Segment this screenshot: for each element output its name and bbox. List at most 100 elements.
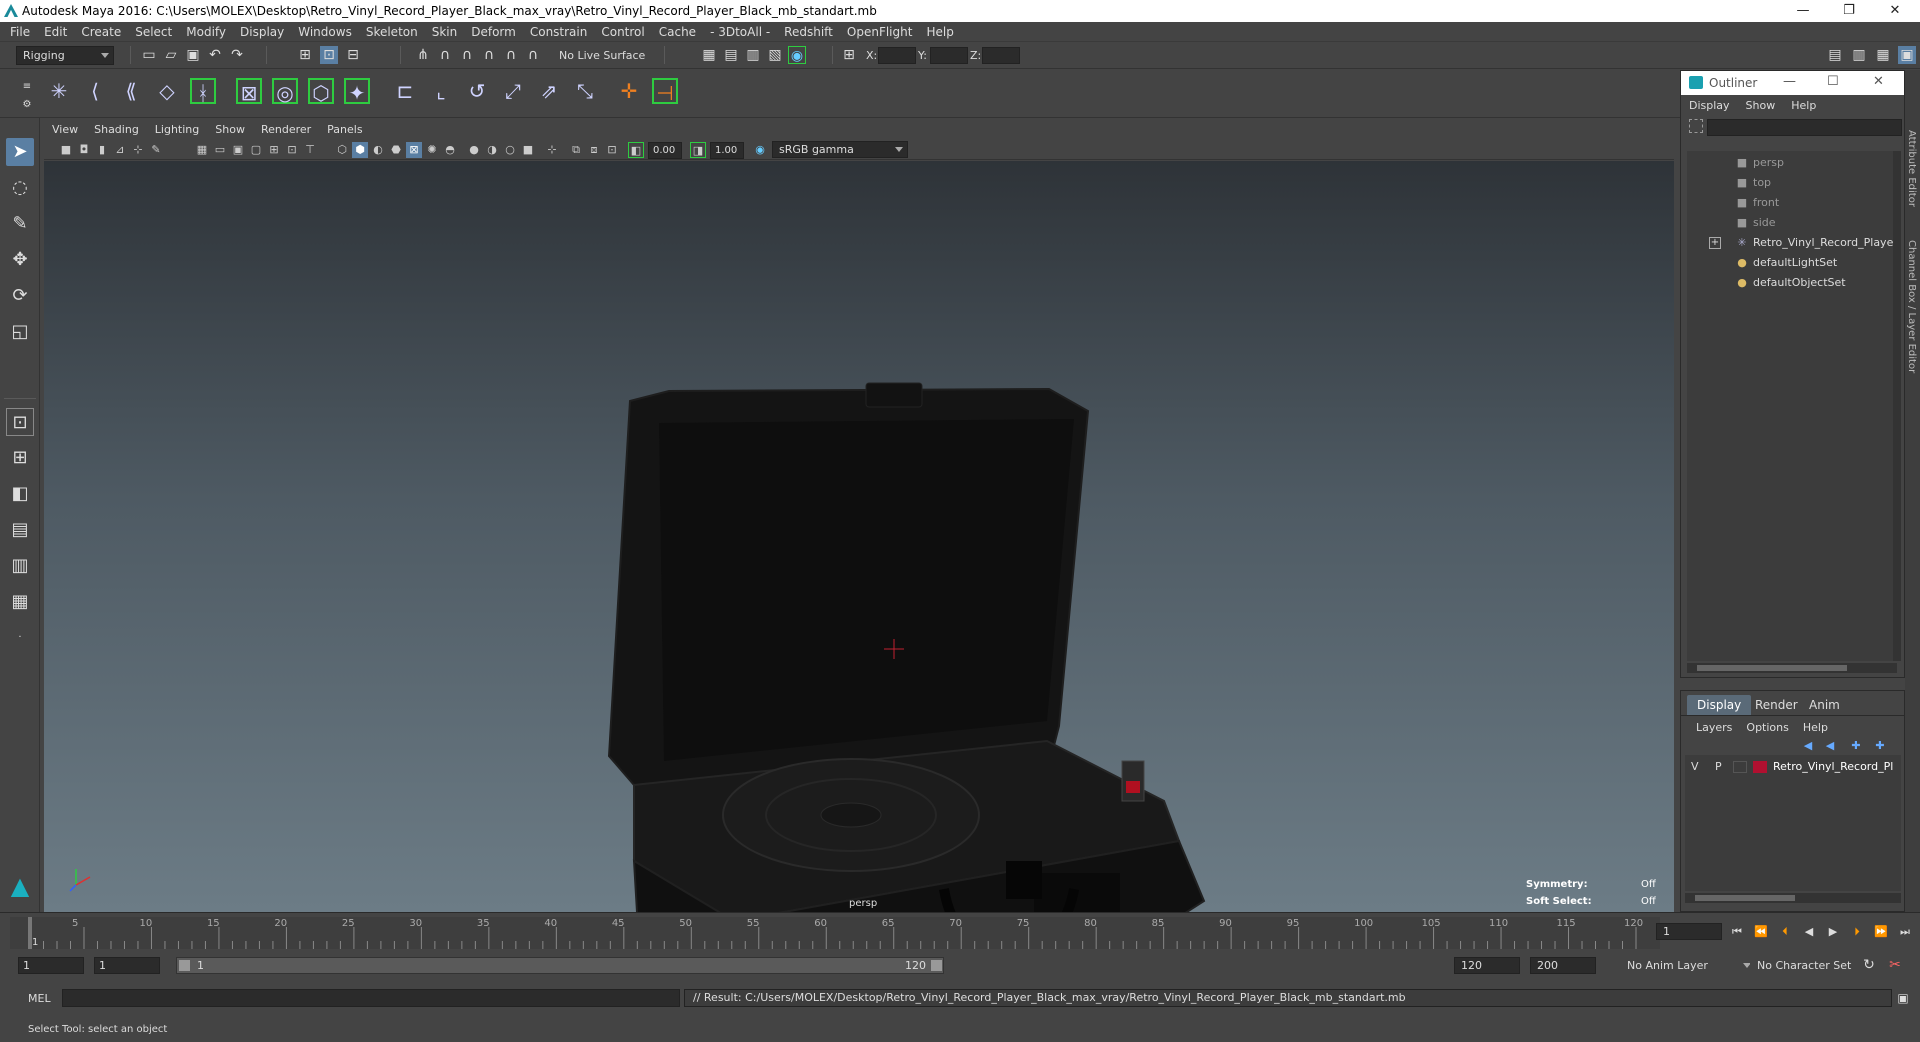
outliner-minimize-button[interactable]: — <box>1783 74 1796 89</box>
select-component-icon[interactable]: ⊟ <box>344 46 362 64</box>
orient-constraint-icon[interactable]: ↺ <box>464 78 490 104</box>
attribute-editor-toggle-icon[interactable]: ▥ <box>1850 46 1868 64</box>
ipr-render-icon[interactable]: ▧ <box>766 46 784 64</box>
step-back-frame-icon[interactable]: ⏴ <box>1776 923 1794 941</box>
exposure-icon[interactable]: ◧ <box>628 142 644 158</box>
gate-mask-icon[interactable]: ▢ <box>248 142 264 158</box>
maximize-button[interactable]: ❐ <box>1826 0 1872 22</box>
safe-action-icon[interactable]: ⊡ <box>284 142 300 158</box>
color-space-dropdown[interactable]: sRGB gamma <box>772 141 908 158</box>
play-forward-icon[interactable]: ▶ <box>1824 923 1842 941</box>
wireframe-on-shaded-icon[interactable]: ⬣ <box>388 142 404 158</box>
y-field[interactable] <box>930 47 968 64</box>
outliner-item-defaultlightset[interactable]: ● defaultLightSet <box>1687 253 1897 273</box>
layer-visibility-toggle[interactable]: V <box>1691 757 1699 777</box>
go-to-start-icon[interactable]: ⏮ <box>1728 923 1746 941</box>
joint-tool-icon[interactable]: ✳ <box>46 78 72 104</box>
view-pivot-icon[interactable]: ⊹ <box>130 142 146 158</box>
bookmark-icon[interactable]: ▮ <box>94 142 110 158</box>
filter-icon[interactable] <box>1689 119 1703 133</box>
film-gate-icon[interactable]: ▭ <box>212 142 228 158</box>
outliner-menu-show[interactable]: Show <box>1738 97 1784 115</box>
outliner-horizontal-scrollbar[interactable] <box>1687 663 1897 673</box>
layer-row[interactable]: V P Retro_Vinyl_Record_Pl <box>1685 757 1901 777</box>
ik-handle-icon[interactable]: ⟨ <box>82 78 108 104</box>
playback-end-field[interactable]: 120 <box>1454 957 1520 974</box>
menu-openflight[interactable]: OpenFlight <box>840 22 920 42</box>
viewport-menu-renderer[interactable]: Renderer <box>253 120 319 140</box>
lasso-tool-icon[interactable]: ◌ <box>6 174 34 202</box>
hypershade-icon[interactable]: ◉ <box>788 46 806 64</box>
layer-color-swatch[interactable] <box>1753 761 1767 773</box>
undo-icon[interactable]: ↶ <box>206 46 224 64</box>
step-forward-frame-icon[interactable]: ⏵ <box>1848 923 1866 941</box>
character-set-dropdown[interactable]: No Character Set <box>1750 956 1874 975</box>
outliner-item-front[interactable]: ■ front <box>1687 193 1897 213</box>
play-backward-icon[interactable]: ◀ <box>1800 923 1818 941</box>
snap-point-icon[interactable]: ∩ <box>458 46 476 64</box>
layer-name[interactable]: Retro_Vinyl_Record_Pl <box>1773 757 1893 777</box>
new-scene-icon[interactable]: ▭ <box>140 46 158 64</box>
redo-icon[interactable]: ↷ <box>228 46 246 64</box>
default-material-icon[interactable]: ◐ <box>370 142 386 158</box>
depth-of-field-icon[interactable]: ■ <box>520 142 536 158</box>
viewport-menu-shading[interactable]: Shading <box>86 120 147 140</box>
xray-icon[interactable]: ⧉ <box>568 142 584 158</box>
current-time-indicator[interactable] <box>28 917 32 949</box>
layer-scrollbar[interactable] <box>1685 893 1901 903</box>
layer-type-toggle[interactable] <box>1733 761 1747 773</box>
menu-skin[interactable]: Skin <box>425 22 465 42</box>
image-plane-icon[interactable]: ⊿ <box>112 142 128 158</box>
menu-windows[interactable]: Windows <box>291 22 359 42</box>
outliner-close-button[interactable]: ✕ <box>1873 74 1884 89</box>
outliner-search-input[interactable] <box>1707 119 1902 136</box>
auto-key-icon[interactable]: ↻ <box>1860 956 1878 974</box>
tab-display[interactable]: Display <box>1687 695 1752 715</box>
camera-select-icon[interactable]: ■ <box>58 142 74 158</box>
xray-components-icon[interactable]: ⊡ <box>604 142 620 158</box>
xray-joints-icon[interactable]: ⧈ <box>586 142 602 158</box>
camera-attributes-icon[interactable]: ◘ <box>76 142 92 158</box>
lights-icon[interactable]: ✺ <box>424 142 440 158</box>
field-chart-icon[interactable]: ⊞ <box>266 142 282 158</box>
time-slider[interactable]: 5 10 15 20 25 30 35 40 45 50 55 60 65 70 75 80 85 90 95 100… <box>0 912 1920 952</box>
go-to-end-icon[interactable]: ⏭ <box>1896 923 1914 941</box>
expand-icon[interactable]: + <box>1709 237 1721 249</box>
step-back-key-icon[interactable]: ⏪ <box>1752 923 1770 941</box>
insert-joint-icon[interactable]: ◇ <box>154 78 180 104</box>
menu-select[interactable]: Select <box>128 22 179 42</box>
layer-playback-toggle[interactable]: P <box>1715 757 1722 777</box>
render-view-icon[interactable]: ▤ <box>722 46 740 64</box>
screen-space-ao-icon[interactable]: ● <box>466 142 482 158</box>
parent-constraint-icon[interactable]: ⊏ <box>392 78 418 104</box>
outliner-menu-display[interactable]: Display <box>1681 97 1738 115</box>
textured-icon[interactable]: ⊠ <box>406 142 422 158</box>
scale-tool-icon[interactable]: ◱ <box>6 318 34 346</box>
gamma-field[interactable]: 1.00 <box>710 142 744 159</box>
layer-menu-help[interactable]: Help <box>1796 719 1835 737</box>
new-layer-icon[interactable]: ✚ <box>1847 737 1865 755</box>
channel-box-toggle-icon[interactable]: ▣ <box>1898 46 1916 64</box>
live-surface-field[interactable]: No Live Surface <box>552 46 648 65</box>
menu-cache[interactable]: Cache <box>652 22 703 42</box>
menu-control[interactable]: Control <box>594 22 651 42</box>
motion-blur-icon[interactable]: ◑ <box>484 142 500 158</box>
shadows-icon[interactable]: ◓ <box>442 142 458 158</box>
x-field[interactable] <box>878 47 916 64</box>
grease-pencil-icon[interactable]: ✎ <box>148 142 164 158</box>
range-end-handle[interactable] <box>931 960 942 971</box>
move-tool-icon[interactable]: ✥ <box>6 246 34 274</box>
smooth-bind-icon[interactable]: ◎ <box>272 78 298 105</box>
skeleton-toggle-icon[interactable]: ⊣ <box>652 78 678 105</box>
two-pane-layout-icon[interactable]: ◧ <box>6 480 34 508</box>
snap-curve-icon[interactable]: ∩ <box>436 46 454 64</box>
menu-create[interactable]: Create <box>74 22 128 42</box>
z-field[interactable] <box>982 47 1020 64</box>
outliner-item-defaultobjectset[interactable]: ● defaultObjectSet <box>1687 273 1897 293</box>
maya-home-icon[interactable]: ▲ <box>6 872 34 900</box>
layer-menu-layers[interactable]: Layers <box>1689 719 1739 737</box>
shelf-settings-icon[interactable]: ⚙ <box>18 96 36 114</box>
animation-preferences-icon[interactable]: ✂ <box>1886 956 1904 974</box>
smooth-shade-icon[interactable]: ⬢ <box>352 142 368 158</box>
menu-redshift[interactable]: Redshift <box>777 22 840 42</box>
